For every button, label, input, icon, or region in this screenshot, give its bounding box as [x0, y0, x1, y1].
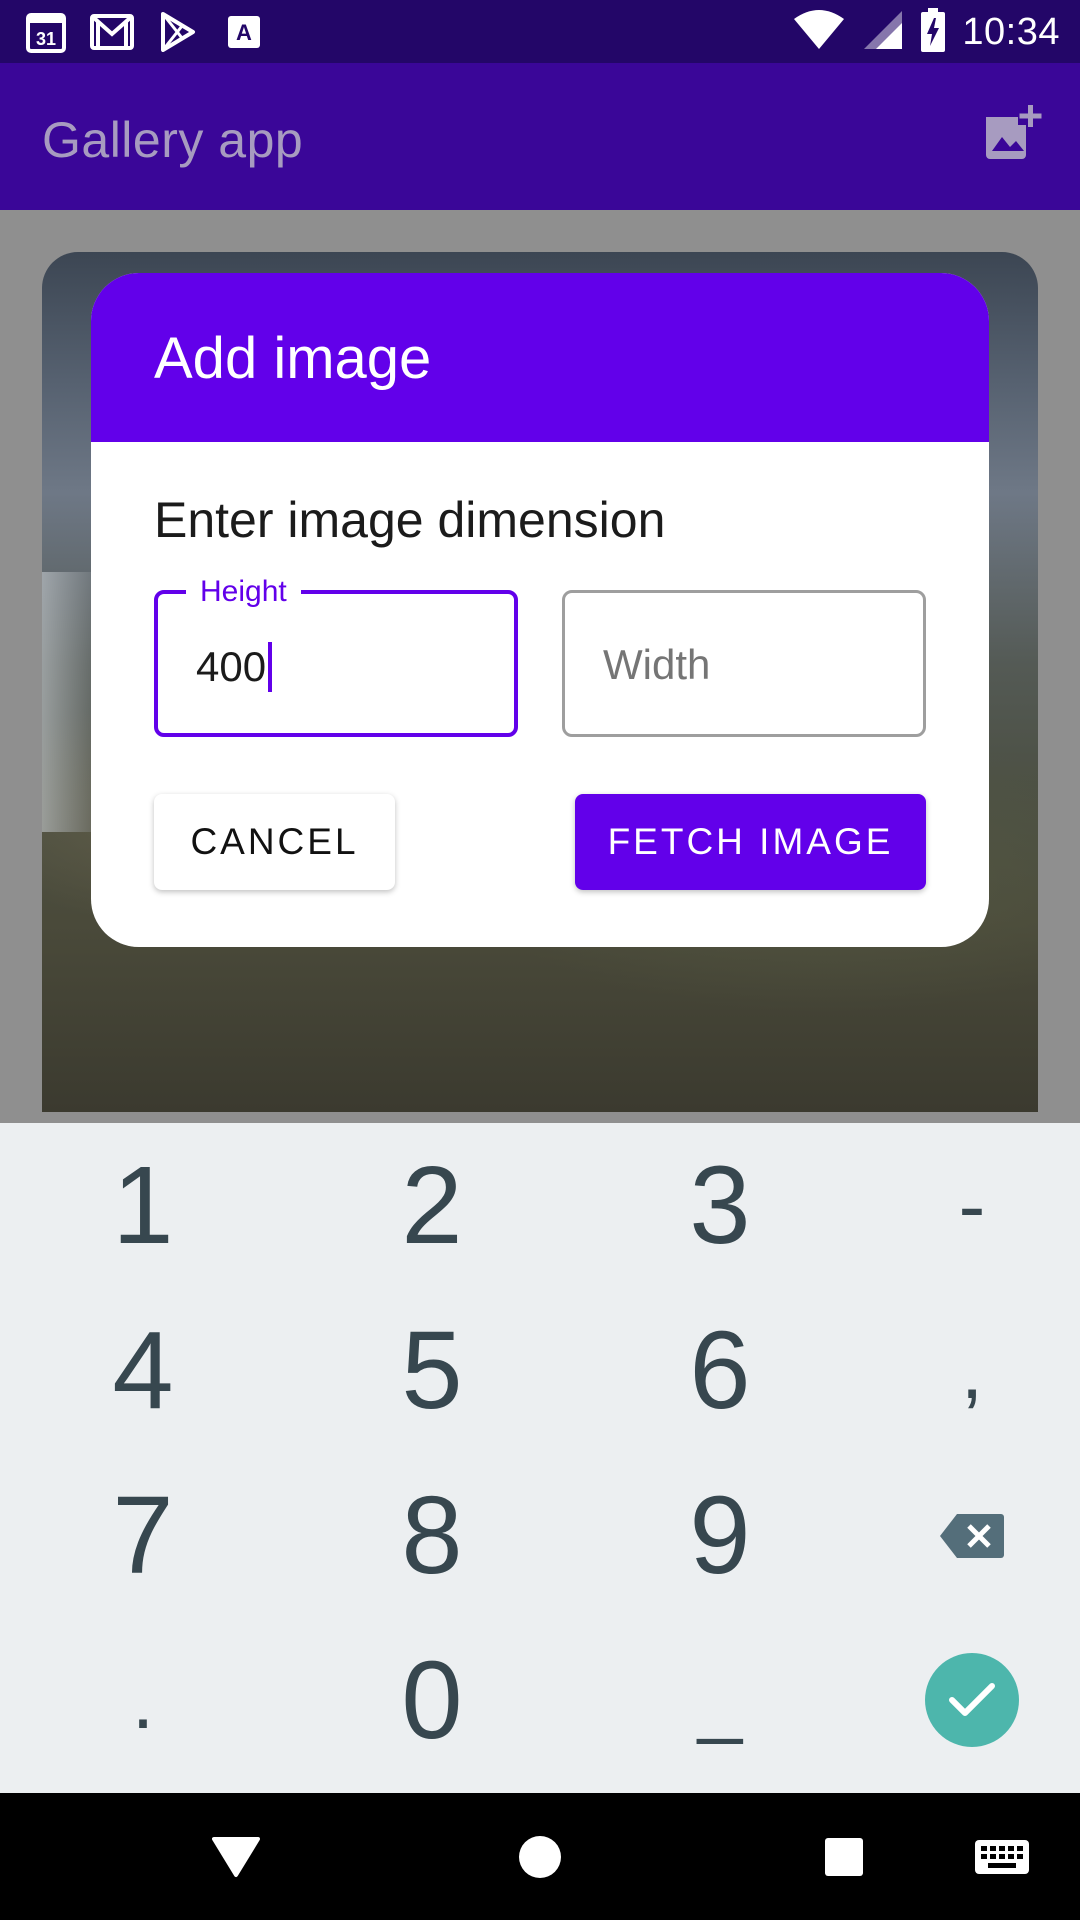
gmail-icon [90, 10, 134, 54]
battery-charging-icon [920, 7, 946, 57]
system-icons: 10:34 [792, 6, 1060, 58]
backspace-key[interactable] [837, 1453, 1080, 1618]
wifi-icon [792, 9, 846, 56]
dialog-subtitle: Enter image dimension [154, 492, 666, 548]
width-field[interactable] [562, 590, 926, 737]
key-comma[interactable]: , [837, 1288, 1080, 1453]
key-5[interactable]: 5 [297, 1288, 567, 1453]
key-6[interactable]: 6 [585, 1288, 855, 1453]
clock: 10:34 [962, 10, 1060, 53]
recents-button[interactable] [808, 1821, 880, 1893]
home-icon [519, 1836, 561, 1878]
key-4[interactable]: 4 [8, 1288, 278, 1453]
back-icon [212, 1837, 260, 1877]
key-9[interactable]: 9 [585, 1453, 855, 1618]
key-8[interactable]: 8 [297, 1453, 567, 1618]
app-title: Gallery app [42, 112, 304, 168]
text-cursor [268, 642, 273, 692]
add-image-dialog: Add image Enter image dimension Height 4… [91, 273, 989, 947]
numeric-keyboard: 1 2 3 - 4 5 6 , 7 8 9 . 0 _ [0, 1123, 1080, 1793]
font-icon: A [222, 10, 266, 54]
key-7[interactable]: 7 [8, 1453, 278, 1618]
notification-icons: 31 A [24, 10, 266, 54]
cancel-button[interactable]: CANCEL [154, 794, 395, 890]
svg-text:A: A [236, 20, 252, 45]
check-icon [949, 1683, 995, 1716]
width-input[interactable] [603, 637, 893, 693]
dialog-title: Add image [154, 326, 432, 391]
enter-key[interactable] [925, 1653, 1019, 1747]
height-field[interactable]: Height 400 [154, 572, 518, 737]
add-photo-button[interactable] [980, 103, 1044, 167]
recents-icon [825, 1838, 863, 1876]
key-0[interactable]: 0 [297, 1618, 567, 1783]
dialog-header: Add image [91, 273, 989, 442]
navigation-bar [0, 1793, 1080, 1920]
fetch-image-button[interactable]: FETCH IMAGE [575, 794, 926, 890]
home-button[interactable] [504, 1821, 576, 1893]
height-label: Height [186, 572, 301, 612]
play-store-icon [156, 10, 200, 54]
add-photo-icon [986, 105, 1042, 159]
key-2[interactable]: 2 [297, 1123, 567, 1288]
back-button[interactable] [200, 1821, 272, 1893]
app-bar: Gallery app [0, 63, 1080, 210]
height-input[interactable]: 400 [196, 642, 273, 692]
key-minus[interactable]: - [837, 1123, 1080, 1288]
calendar-day: 31 [36, 29, 56, 49]
key-1[interactable]: 1 [8, 1123, 278, 1288]
keyboard-switch-icon [975, 1840, 1029, 1874]
backspace-icon [940, 1513, 1004, 1558]
calendar-icon: 31 [24, 10, 68, 54]
key-period[interactable]: . [8, 1618, 278, 1783]
key-3[interactable]: 3 [585, 1123, 855, 1288]
status-bar: 31 A 10:34 [0, 0, 1080, 63]
keyboard-switch-button[interactable] [966, 1821, 1038, 1893]
height-value: 400 [196, 643, 267, 690]
signal-icon [862, 9, 904, 56]
key-underscore[interactable]: _ [585, 1618, 855, 1783]
